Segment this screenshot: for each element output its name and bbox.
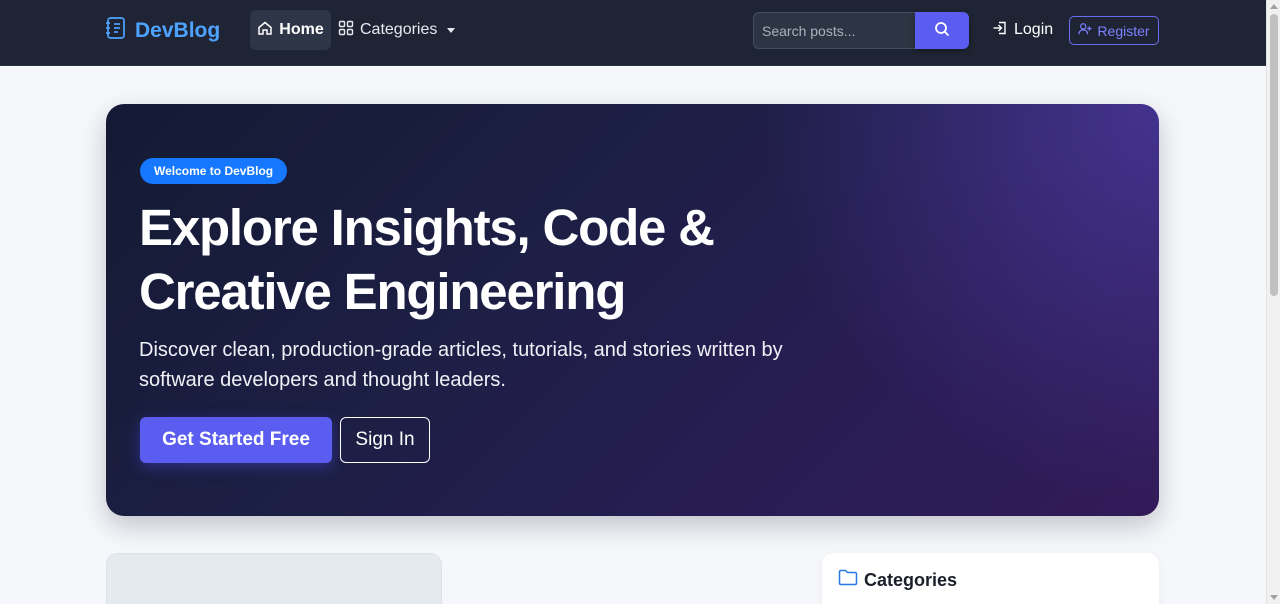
hero-title-line-2: Creative Engineering bbox=[139, 263, 626, 320]
grid-icon bbox=[338, 20, 354, 41]
page-scrollbar[interactable] bbox=[1266, 0, 1280, 604]
search-icon bbox=[934, 21, 950, 40]
hero-subtitle-line-1: Discover clean, production-grade article… bbox=[139, 339, 783, 361]
navbar: DevBlog Home Categories Search posts... … bbox=[0, 0, 1266, 66]
get-started-button[interactable]: Get Started Free bbox=[140, 417, 332, 463]
register-button[interactable]: Register bbox=[1069, 16, 1159, 45]
nav-categories-dropdown[interactable]: Categories bbox=[338, 10, 456, 50]
login-label: Login bbox=[1014, 21, 1054, 38]
categories-header: Categories bbox=[838, 569, 957, 591]
scroll-up-arrow-icon[interactable] bbox=[1270, 4, 1278, 9]
brand-name: DevBlog bbox=[135, 19, 221, 42]
post-card-placeholder[interactable] bbox=[106, 553, 442, 604]
login-link[interactable]: Login bbox=[992, 14, 1053, 46]
house-icon bbox=[257, 20, 273, 41]
hero-title-line-1: Explore Insights, Code & bbox=[139, 199, 715, 256]
login-arrow-icon bbox=[992, 20, 1008, 41]
hero-subtitle-line-2: software developers and thought leaders. bbox=[139, 369, 506, 391]
nav-categories-label: Categories bbox=[360, 21, 438, 38]
nav-home-label: Home bbox=[279, 21, 324, 38]
brand-link[interactable]: DevBlog bbox=[105, 16, 220, 46]
user-plus-icon bbox=[1078, 22, 1092, 39]
scrollbar-thumb[interactable] bbox=[1270, 14, 1278, 296]
sign-in-button[interactable]: Sign In bbox=[340, 417, 430, 463]
categories-title: Categories bbox=[864, 569, 958, 590]
welcome-badge: Welcome to DevBlog bbox=[140, 158, 288, 184]
caret-down-icon bbox=[447, 27, 456, 33]
hero-banner: Welcome to DevBlog Explore Insights, Cod… bbox=[106, 104, 1159, 516]
journal-icon bbox=[105, 16, 127, 46]
register-label: Register bbox=[1097, 22, 1150, 39]
folder-icon bbox=[838, 569, 858, 591]
categories-card: Categories bbox=[822, 553, 1159, 604]
scroll-down-arrow-icon[interactable] bbox=[1270, 595, 1278, 600]
hero-subtitle: Discover clean, production-grade article… bbox=[139, 335, 839, 395]
search-input[interactable] bbox=[753, 12, 915, 49]
nav-home[interactable]: Home bbox=[250, 10, 331, 50]
search-button[interactable] bbox=[915, 12, 969, 49]
hero-title: Explore Insights, Code & Creative Engine… bbox=[139, 196, 779, 324]
